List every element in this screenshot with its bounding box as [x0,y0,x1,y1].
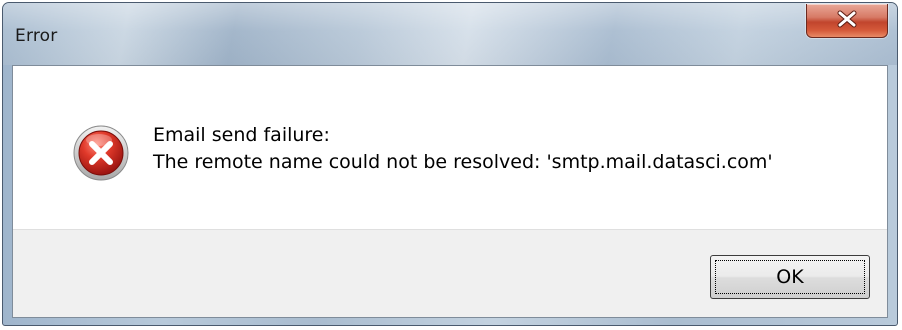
message-line-1: Email send failure: [153,124,330,146]
dialog-client-area: Email send failure: The remote name coul… [12,65,888,318]
close-icon [836,10,858,32]
close-button[interactable] [806,4,888,38]
error-message: Email send failure: The remote name coul… [153,122,773,176]
button-bar: OK [13,229,887,317]
window-title: Error [15,26,58,46]
title-bar[interactable]: Error [3,3,897,65]
message-line-2: The remote name could not be resolved: '… [153,151,773,173]
error-dialog-window: Error Email send failure: The remote nam… [2,2,898,326]
message-area: Email send failure: The remote name coul… [13,66,887,229]
ok-button[interactable]: OK [710,255,870,299]
error-icon [73,125,129,181]
ok-button-label: OK [715,260,865,294]
